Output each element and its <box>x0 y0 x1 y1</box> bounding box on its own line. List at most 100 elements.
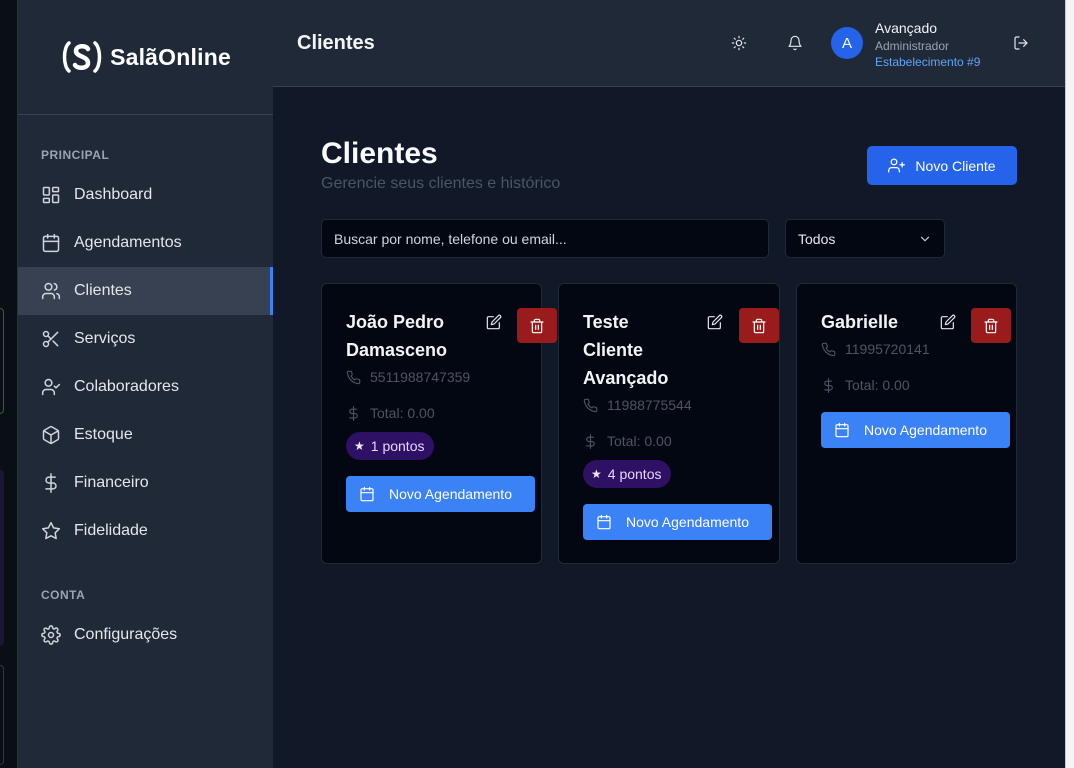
filter-value: Todos <box>798 230 836 247</box>
points-text: 1 pontos <box>370 438 425 454</box>
calendar-icon <box>835 422 849 438</box>
header-title: Clientes <box>297 32 375 54</box>
edit-icon <box>486 314 502 330</box>
logout-icon <box>1014 36 1028 50</box>
right-window-edge <box>1065 0 1074 768</box>
avatar[interactable]: A <box>831 27 863 59</box>
dashboard-icon <box>42 186 60 204</box>
user-role: Administrador <box>875 39 950 53</box>
new-booking-button[interactable]: Novo Agendamento <box>583 504 772 540</box>
delete-button[interactable] <box>517 308 557 343</box>
calendar-icon <box>42 233 60 253</box>
scissors-icon <box>42 330 59 348</box>
sidebar-item-label: Dashboard <box>74 186 153 203</box>
edge-line <box>1065 0 1066 768</box>
theme-toggle-button[interactable] <box>728 32 750 54</box>
notifications-button[interactable] <box>784 32 806 54</box>
establishment-label: Estabelecimento #9 <box>875 55 981 69</box>
users-icon <box>41 282 61 300</box>
filter-select[interactable]: Todos <box>785 219 945 258</box>
edge-decoration <box>0 470 4 646</box>
client-name: Gabrielle <box>821 312 899 332</box>
client-total: Total: 0.00 <box>346 405 435 421</box>
box-icon <box>42 425 60 445</box>
user-check-icon <box>41 378 61 396</box>
new-booking-button[interactable]: Novo Agendamento <box>346 476 535 512</box>
phone-icon <box>346 370 361 384</box>
edit-button[interactable] <box>484 312 504 332</box>
sidebar-item-label: Serviços <box>74 330 136 347</box>
section-title-conta: CONTA <box>41 588 86 602</box>
user-plus-icon <box>888 158 906 173</box>
sidebar-item-agendamentos[interactable]: Agendamentos <box>18 219 273 267</box>
sidebar-item-configuracoes[interactable]: Configurações <box>18 611 273 659</box>
sidebar-item-estoque[interactable]: Estoque <box>18 411 273 459</box>
sidebar-item-label: Financeiro <box>74 474 149 491</box>
client-name: Teste Cliente Avançado <box>583 312 669 388</box>
trash-icon <box>752 318 766 333</box>
dollar-icon <box>824 377 833 393</box>
star-icon: ★ <box>354 439 365 453</box>
edit-icon <box>707 314 723 330</box>
points-badge: ★ 4 pontos <box>583 460 672 488</box>
edit-button[interactable] <box>938 312 958 332</box>
new-booking-label: Novo Agendamento <box>389 486 512 502</box>
calendar-icon <box>597 514 611 530</box>
user-name: Avançado <box>875 20 938 36</box>
phone-icon <box>821 342 836 356</box>
gear-icon <box>41 625 61 645</box>
sidebar-item-financeiro[interactable]: Financeiro <box>18 459 273 507</box>
sidebar-item-label: Configurações <box>74 626 178 643</box>
sidebar: SalãOnline PRINCIPAL Dashboard Agendamen… <box>18 0 273 768</box>
client-total: Total: 0.00 <box>821 377 910 393</box>
dollar-icon <box>45 473 57 493</box>
points-badge: ★ 1 pontos <box>346 432 435 460</box>
search-input[interactable] <box>321 219 769 258</box>
client-phone: 5511988747359 <box>346 369 470 385</box>
edit-button[interactable] <box>705 312 725 332</box>
logout-button[interactable] <box>1010 32 1032 54</box>
sidebar-item-label: Clientes <box>74 282 132 299</box>
calendar-icon <box>360 486 374 502</box>
phone-icon <box>583 398 598 412</box>
page-subtitle: Gerencie seus clientes e histórico <box>321 175 561 192</box>
client-total: Total: 0.00 <box>583 433 672 449</box>
client-total-text: Total: 0.00 <box>370 405 435 421</box>
sidebar-item-fidelidade[interactable]: Fidelidade <box>18 507 273 555</box>
page-title: Clientes <box>321 137 438 170</box>
sidebar-item-label: Agendamentos <box>74 234 182 251</box>
sidebar-item-clientes[interactable]: Clientes <box>18 267 273 315</box>
client-card: João Pedro Damasceno 5511988747359 Total… <box>321 283 557 564</box>
delete-button[interactable] <box>971 308 1011 343</box>
client-card: Gabrielle 11995720141 Total: 0.00 Novo A… <box>796 283 1017 564</box>
client-phone: 11988775544 <box>583 397 692 413</box>
left-window-edge <box>0 0 18 768</box>
main-content: Clientes Gerencie seus clientes e histór… <box>273 87 1065 768</box>
client-total-text: Total: 0.00 <box>845 377 910 393</box>
client-card: Teste Cliente Avançado 11988775544 Total… <box>558 283 780 564</box>
dollar-icon <box>349 405 358 421</box>
new-client-label: Novo Cliente <box>915 157 996 174</box>
chevron-down-icon <box>920 236 930 241</box>
sidebar-item-label: Fidelidade <box>74 522 148 539</box>
client-phone-text: 11988775544 <box>607 397 692 413</box>
section-title-principal: PRINCIPAL <box>41 148 110 162</box>
new-client-button[interactable]: Novo Cliente <box>867 146 1017 185</box>
sidebar-item-servicos[interactable]: Serviços <box>18 315 273 363</box>
sidebar-item-dashboard[interactable]: Dashboard <box>18 171 273 219</box>
logo-text: SalãOnline <box>110 43 231 70</box>
new-booking-button[interactable]: Novo Agendamento <box>821 412 1010 448</box>
top-bar: Clientes A Avançado Administrador Estabe… <box>273 0 1065 87</box>
sidebar-nav-account: Configurações <box>18 611 273 659</box>
sidebar-item-colaboradores[interactable]: Colaboradores <box>18 363 273 411</box>
edge-decoration <box>0 665 4 765</box>
points-text: 4 pontos <box>607 466 662 482</box>
sidebar-item-label: Colaboradores <box>74 378 179 395</box>
sidebar-nav: Dashboard Agendamentos Clientes Serviços… <box>18 171 273 555</box>
client-total-text: Total: 0.00 <box>607 433 672 449</box>
logo[interactable]: SalãOnline <box>18 0 273 115</box>
bell-icon <box>788 35 802 51</box>
delete-button[interactable] <box>739 308 779 343</box>
sun-icon <box>731 35 747 51</box>
logo-icon <box>60 39 104 75</box>
